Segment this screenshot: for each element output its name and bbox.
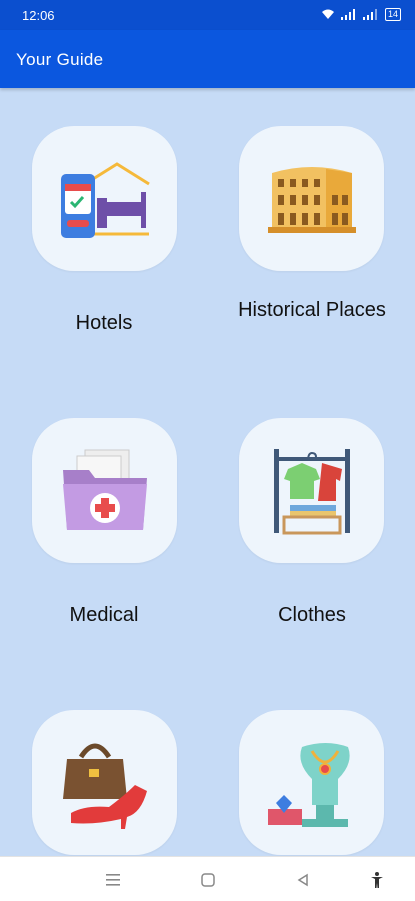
hotels-label[interactable]: Hotels [9, 309, 199, 338]
hotel-icon [60, 161, 150, 238]
medical-label[interactable]: Medical [9, 601, 199, 630]
app-bar: Your Guide [0, 30, 415, 88]
status-icons: 14 [321, 8, 401, 21]
clothes-rack-icon [273, 448, 350, 534]
jewelry-tile[interactable] [239, 710, 384, 855]
accessibility-icon[interactable] [366, 869, 388, 891]
bag-and-shoe-tile[interactable] [32, 710, 177, 855]
app-title: Your Guide [16, 50, 104, 69]
menu-icon[interactable] [102, 869, 124, 891]
signal-icon [340, 9, 355, 20]
navigation-bar [0, 856, 415, 901]
jewelry-icon [267, 742, 350, 827]
home-icon[interactable] [197, 869, 219, 891]
medical-tile[interactable] [32, 418, 177, 563]
wifi-icon [321, 9, 334, 19]
hotels-tile[interactable] [32, 126, 177, 271]
medical-folder-icon [62, 449, 147, 530]
bag-and-shoe-icon [62, 743, 147, 829]
clothes-label[interactable]: Clothes [217, 601, 407, 630]
historical-places-label[interactable]: Historical Places [217, 296, 407, 325]
signal-icon-2 [362, 9, 377, 20]
clothes-tile[interactable] [239, 418, 384, 563]
category-grid: Hotels Historical Places Medical Clothes [0, 88, 415, 856]
status-time: 12:06 [22, 8, 55, 23]
historical-places-tile[interactable] [239, 126, 384, 271]
battery-icon: 14 [384, 8, 401, 21]
status-bar: 12:06 14 [0, 0, 415, 30]
back-icon[interactable] [292, 869, 314, 891]
colosseum-icon [267, 166, 356, 233]
